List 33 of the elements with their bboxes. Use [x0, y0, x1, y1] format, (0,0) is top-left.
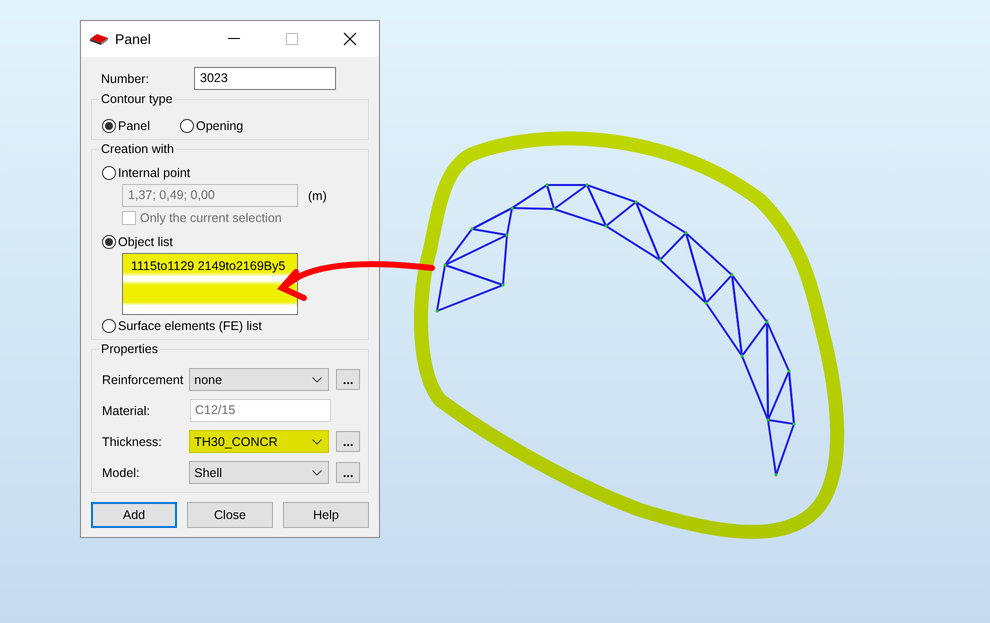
browse-button[interactable]: ... [336, 462, 360, 483]
chevron-down-icon [312, 438, 322, 444]
dropdown[interactable]: none [189, 368, 330, 391]
number-field[interactable]: 3023 [194, 67, 336, 90]
dropdown[interactable]: Shell [189, 461, 330, 484]
dropdown[interactable]: TH30_CONCR [189, 430, 330, 453]
radio-button[interactable]: Opening [180, 119, 244, 133]
field-label: Model: [102, 466, 141, 480]
maximize-icon [286, 33, 298, 45]
field-label: Thickness: [102, 434, 163, 448]
browse-button[interactable]: ... [336, 369, 360, 390]
close-icon [343, 32, 357, 46]
window-title: Panel [115, 31, 152, 47]
field-label: Material: [102, 404, 151, 418]
dialog-button[interactable]: Close [187, 502, 273, 528]
chevron-down-icon [312, 376, 322, 382]
material-field: C12/15 [190, 399, 331, 422]
group-title: Creation with [99, 142, 176, 156]
minimize-icon [228, 38, 240, 40]
radio-button[interactable]: Object list [102, 235, 360, 249]
group-title: Contour type [99, 92, 175, 106]
group-title: Properties [99, 342, 160, 356]
number-label: Number: [101, 72, 150, 86]
unit-label: (m) [308, 188, 327, 202]
browse-button[interactable]: ... [336, 431, 360, 452]
object-list-field[interactable]: 1115to1129 2149to2169By5 [122, 253, 298, 315]
dialog-button[interactable]: Add [91, 502, 177, 528]
radio-button[interactable]: Surface elements (FE) list [102, 319, 360, 333]
dialog-button[interactable]: Help [283, 502, 369, 528]
radio-button[interactable]: Panel [102, 119, 150, 133]
app-icon [89, 33, 109, 45]
chevron-down-icon [312, 470, 322, 476]
field-label: Reinforcement [102, 372, 184, 386]
